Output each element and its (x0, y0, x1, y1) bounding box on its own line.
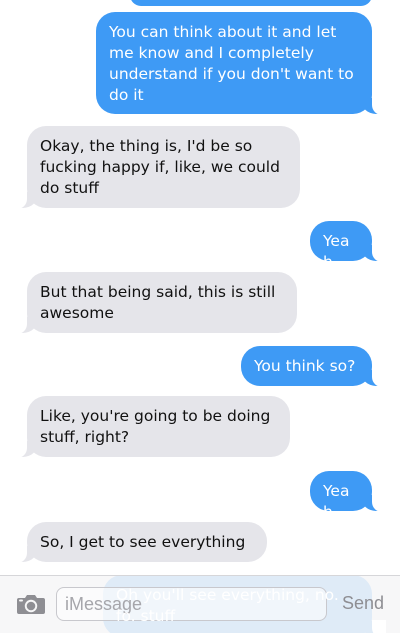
message-text: So, I get to see everything (40, 533, 246, 551)
message-incoming[interactable]: Okay, the thing is, I'd be so fucking ha… (13, 126, 300, 209)
message-text: You think so? (254, 357, 356, 375)
partial-outgoing-bubble (130, 0, 372, 6)
message-incoming[interactable]: But that being said, this is still aweso… (13, 272, 297, 334)
camera-icon[interactable] (16, 593, 46, 615)
message-outgoing[interactable]: You can think about it and let me know a… (96, 12, 386, 115)
message-text: But that being said, this is still aweso… (40, 283, 276, 322)
message-thread: You can think about it and let me know a… (0, 0, 400, 633)
message-incoming[interactable]: Like, you're going to be doing stuff, ri… (13, 396, 290, 458)
message-incoming[interactable]: So, I get to see everything (13, 522, 267, 563)
message-text: Like, you're going to be doing stuff, ri… (40, 407, 271, 446)
message-text: You can think about it and let me know a… (109, 23, 354, 104)
message-composer: Send (0, 575, 400, 633)
message-text: Okay, the thing is, I'd be so fucking ha… (40, 137, 280, 197)
message-text: Yeah (323, 232, 350, 271)
message-outgoing[interactable]: You think so? (241, 346, 386, 387)
message-text: Yeah (323, 482, 350, 521)
send-button[interactable]: Send (342, 593, 384, 614)
message-outgoing[interactable]: Yeah (310, 221, 386, 271)
message-outgoing[interactable]: Yeah (310, 471, 386, 521)
